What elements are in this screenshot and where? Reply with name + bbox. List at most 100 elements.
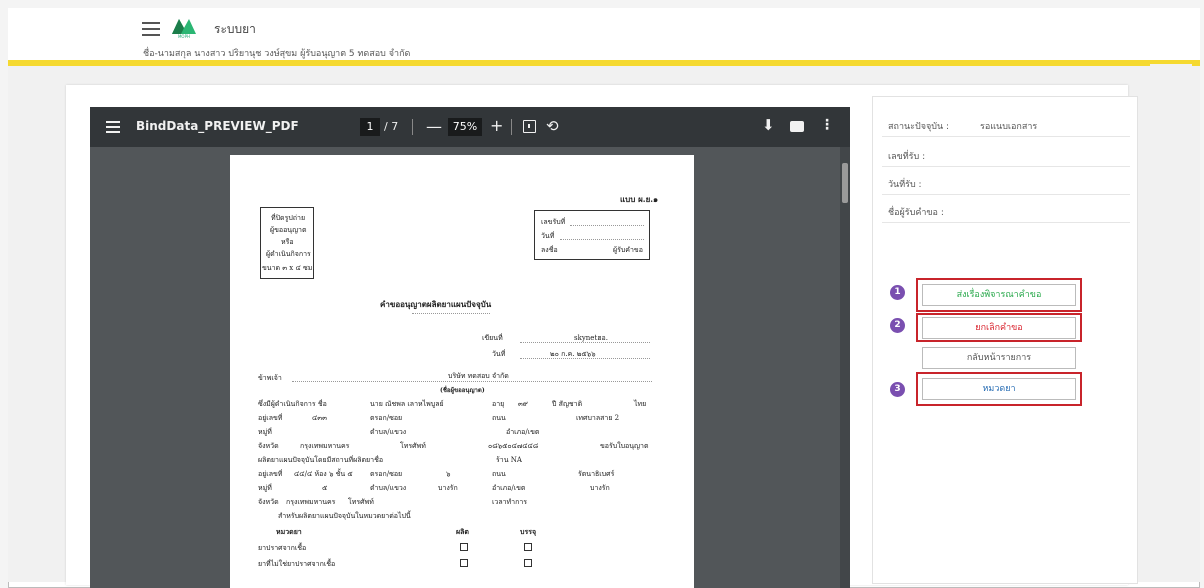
receipt-sign-label: ลงชื่อ: [541, 246, 558, 254]
pack-checkbox: [524, 543, 532, 551]
nationality-label: ปี สัญชาติ: [552, 400, 583, 408]
user-info: ชื่อ-นามสกุล นางสาว ปริยานุช วงษ์สุขม ผู…: [143, 49, 411, 59]
province-label: จังหวัด: [258, 442, 279, 450]
form-code: แบบ ผ.ย.๑: [620, 194, 659, 204]
step-badge-3: 3: [890, 382, 905, 397]
pdf-title: BindData_PREVIEW_PDF: [136, 119, 299, 133]
produce-checkbox: [460, 543, 468, 551]
pdf-scrollbar-track[interactable]: [840, 147, 850, 588]
pack-checkbox: [524, 559, 532, 567]
toolbar-divider: [412, 119, 413, 135]
photo-box-line: ผู้ขออนุญาต: [270, 226, 307, 234]
category-row: ยาปราศจากเชื้อ: [258, 544, 307, 552]
category-row: ยาที่ไม่ใช่ยาปราศจากเชื้อ: [258, 560, 336, 568]
moo2-label: หมู่ที่: [258, 484, 272, 492]
subdistrict2-value: บางรัก: [438, 484, 458, 492]
fill-line: [570, 225, 644, 226]
photo-box-line: หรือ: [281, 238, 294, 246]
toolbar-divider: [511, 119, 512, 135]
moo-label: หมู่ที่: [258, 428, 272, 436]
lane2-value: ๖: [446, 470, 451, 478]
fit-page-icon[interactable]: [523, 120, 536, 133]
page-number-input[interactable]: 1: [360, 118, 380, 136]
receipt-no-label: เลขรับที่: [541, 218, 566, 226]
document-heading: คำขออนุญาตผลิตยาแผนปัจจุบัน: [380, 299, 492, 309]
pdf-toolbar: BindData_PREVIEW_PDF 1 / 7 — 75% + ⟲ ⬇ ⋮: [90, 107, 850, 147]
pdf-scrollbar-thumb[interactable]: [842, 163, 848, 203]
written-at-label: เขียนที่: [482, 334, 503, 342]
submit-request-button[interactable]: ส่งเรื่องพิจารณาคำขอ: [922, 284, 1076, 306]
print-icon[interactable]: [790, 121, 804, 132]
date-label: วันที่: [492, 350, 506, 358]
download-icon[interactable]: ⬇: [762, 116, 775, 134]
logo-icon: MOPH: [170, 16, 198, 40]
age-value: ๓๙: [518, 400, 528, 408]
rotate-icon[interactable]: ⟲: [546, 117, 559, 135]
road2-label: ถนน: [492, 470, 506, 478]
province2-label: จังหวัด: [258, 498, 279, 506]
nationality-value: ไทย: [634, 400, 647, 408]
pdf-menu-icon[interactable]: [106, 121, 120, 133]
for-label: สำหรับผลิตยาแผนปัจจุบันในหมวดยาต่อไปนี้: [278, 512, 411, 520]
receiver-label: ชื่อผู้รับคำขอ :: [888, 208, 944, 218]
app-header: MOPH ระบบยา ชื่อ-นามสกุล นางสาว ปริยานุช…: [8, 8, 1200, 66]
moo2-value: ๕: [322, 484, 328, 492]
page-total: / 7: [384, 120, 399, 133]
recv-date-row: วันที่รับ :: [882, 167, 1130, 195]
phone-value: ๐๘๖๕๐๔๗๔๔๘: [488, 442, 539, 450]
recv-no-label: เลขที่รับ :: [888, 152, 926, 162]
receipt-date-label: วันที่: [541, 232, 555, 240]
zoom-out-button[interactable]: —: [426, 117, 442, 136]
back-to-list-button[interactable]: กลับหน้ารายการ: [922, 347, 1076, 369]
address-no-label: อยู่เลขที่: [258, 414, 283, 422]
request-label: ขอรับใบอนุญาต: [600, 442, 649, 450]
lane2-label: ตรอก/ซอย: [370, 470, 403, 478]
page-margin: [1150, 64, 1192, 580]
district-label: อำเภอ/เขต: [506, 428, 540, 436]
address-no-value: ๔๓๓: [312, 414, 327, 422]
more-options-icon[interactable]: ⋮: [820, 117, 834, 133]
subdistrict2-label: ตำบล/แขวง: [370, 484, 407, 492]
i-label: ข้าพเจ้า: [258, 374, 282, 382]
phone2-label: โทรศัพท์: [348, 498, 374, 506]
road-label: ถนน: [492, 414, 506, 422]
pdf-viewer[interactable]: BindData_PREVIEW_PDF 1 / 7 — 75% + ⟲ ⬇ ⋮…: [90, 107, 850, 588]
recv-date-label: วันที่รับ :: [888, 180, 922, 190]
produce-checkbox: [460, 559, 468, 567]
col-pack: บรรจุ: [520, 527, 537, 536]
province-value: กรุงเทพมหานคร: [300, 442, 350, 450]
fill-line: [560, 239, 644, 240]
drug-category-button[interactable]: หมวดยา: [922, 378, 1076, 400]
photo-box-line: ขนาด ๓ x ๔ ซม.: [262, 264, 315, 272]
zoom-in-button[interactable]: +: [490, 116, 503, 135]
address2-no-value: ๔๔/๔ ห้อง ๖ ชั้น ๕: [294, 470, 353, 478]
road2-value: รัตนาธิเบศร์: [578, 470, 615, 478]
recv-no-row: เลขที่รับ :: [882, 139, 1130, 167]
photo-box-line: ผู้ดำเนินกิจการ: [266, 250, 311, 258]
col-category: หมวดยา: [276, 527, 302, 536]
fill-line: [520, 358, 650, 359]
status-label: สถานะปัจจุบัน :: [888, 122, 950, 132]
step-badge-1: 1: [890, 285, 905, 300]
phone-label: โทรศัพท์: [400, 442, 426, 450]
status-row: สถานะปัจจุบัน : รอแนบเอกสาร: [882, 109, 1130, 137]
hours-label: เวลาทำการ: [492, 498, 528, 506]
cancel-request-button[interactable]: ยกเลิกคำขอ: [922, 317, 1076, 339]
operator-label: ซึ่งมีผู้ดำเนินกิจการ ชื่อ: [258, 400, 327, 408]
fill-line: [292, 381, 652, 382]
district2-value: บางรัก: [590, 484, 610, 492]
photo-box-line: ที่ปิดรูปถ่าย: [271, 214, 306, 222]
produce-label: ผลิตยาแผนปัจจุบันโดยมีสถานที่ผลิตยาชื่อ: [258, 456, 384, 464]
zoom-level-input[interactable]: 75%: [448, 118, 482, 136]
heading-underline: [412, 313, 490, 314]
company-note: (ชื่อผู้ขออนุญาต): [440, 387, 485, 394]
subdistrict-label: ตำบล/แขวง: [370, 428, 407, 436]
fill-line: [520, 342, 650, 343]
receipt-receiver-label: ผู้รับคำขอ: [613, 246, 643, 254]
pdf-page: แบบ ผ.ย.๑ ที่ปิดรูปถ่าย ผู้ขออนุญาต หรือ…: [230, 155, 694, 588]
receiver-row: ชื่อผู้รับคำขอ :: [882, 195, 1130, 223]
address2-no-label: อยู่เลขที่: [258, 470, 283, 478]
shop-name: ร้าน NA: [496, 456, 522, 464]
menu-icon[interactable]: [142, 22, 160, 36]
operator-name: นาย ณัชพล เลาหไพบูลย์: [370, 400, 444, 408]
